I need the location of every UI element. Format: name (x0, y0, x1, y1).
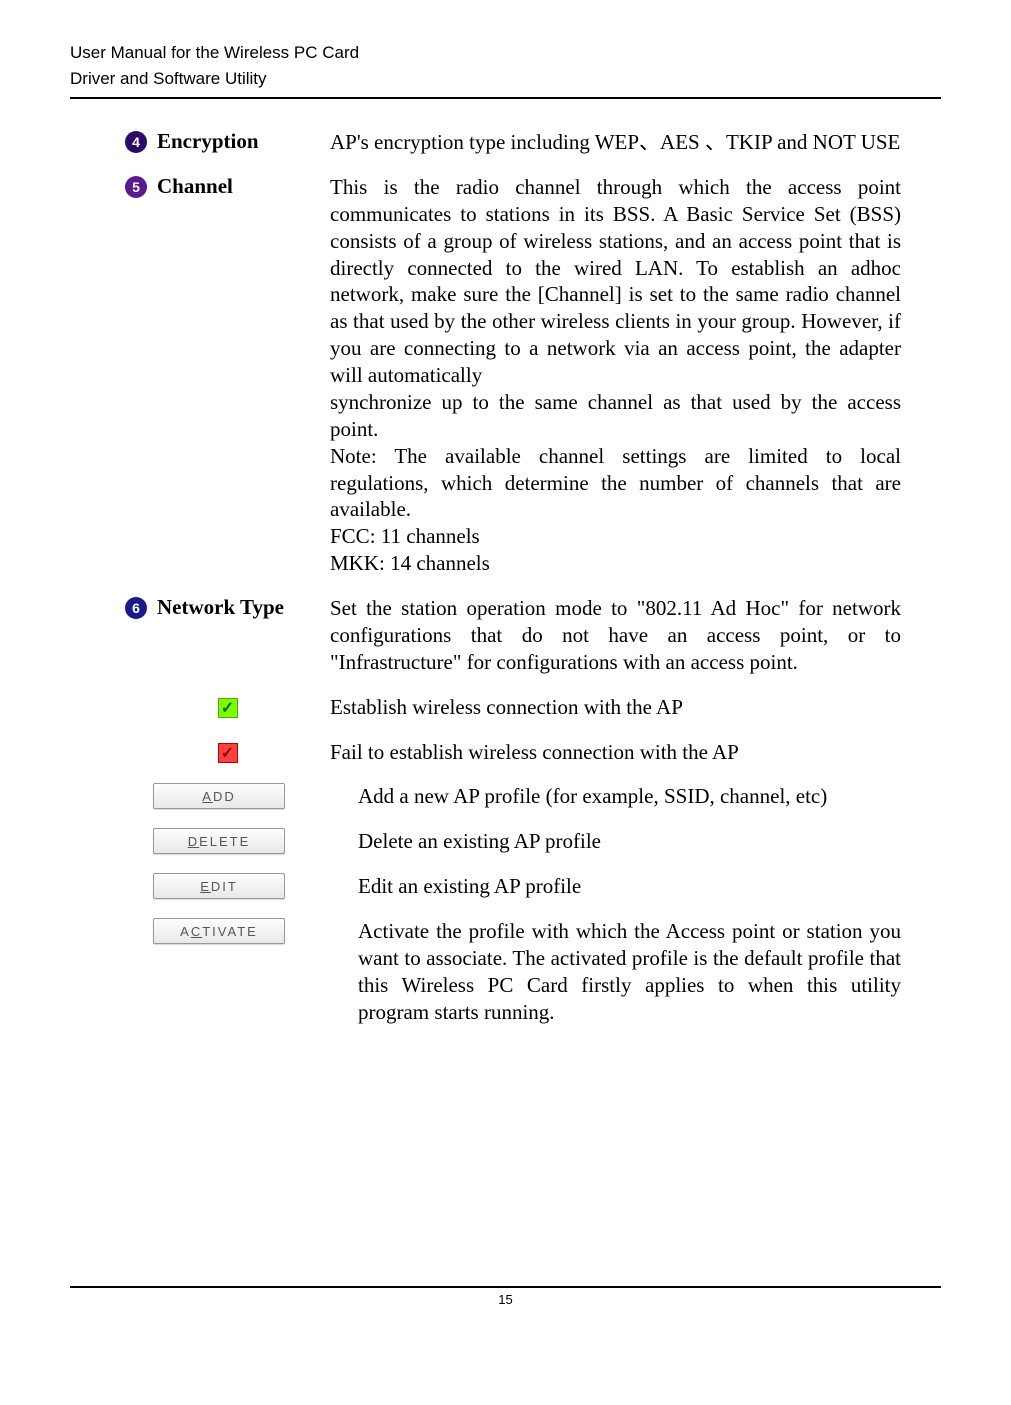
desc-activate: Activate the profile with which the Acce… (358, 918, 901, 1026)
row-encryption: 4 Encryption AP's encryption type includ… (125, 129, 901, 156)
desc-network-type: Set the station operation mode to "802.1… (330, 595, 901, 676)
desc-green-check: Establish wireless connection with the A… (330, 694, 901, 721)
label-encryption: Encryption (157, 129, 259, 154)
btn-cell-activate: ACTIVATE (125, 918, 358, 944)
btn-cell-add: ADD (125, 783, 358, 809)
channel-note: Note: The available channel settings are… (330, 444, 901, 522)
header-subtitle: Driver and Software Utility (70, 66, 941, 92)
row-delete: DELETE Delete an existing AP profile (125, 828, 901, 855)
bullet-4-icon: 4 (125, 131, 147, 153)
channel-fcc: FCC: 11 channels (330, 523, 480, 550)
content-area: 4 Encryption AP's encryption type includ… (70, 129, 941, 1026)
row-red-check: ✓ Fail to establish wireless connection … (125, 739, 901, 766)
icon-cell-green-check: ✓ (125, 694, 330, 718)
btn-cell-edit: EDIT (125, 873, 358, 899)
row-activate: ACTIVATE Activate the profile with which… (125, 918, 901, 1026)
btn-cell-delete: DELETE (125, 828, 358, 854)
footer-rule (70, 1286, 941, 1288)
label-cell-channel: 5 Channel (125, 174, 330, 199)
desc-red-check: Fail to establish wireless connection wi… (330, 739, 901, 766)
red-check-icon: ✓ (218, 743, 238, 763)
delete-button[interactable]: DELETE (153, 828, 285, 854)
label-network-type: Network Type (157, 595, 284, 620)
page-number: 15 (70, 1292, 941, 1307)
bullet-6-icon: 6 (125, 597, 147, 619)
desc-channel: This is the radio channel through which … (330, 174, 901, 577)
row-green-check: ✓ Establish wireless connection with the… (125, 694, 901, 721)
page-footer: 15 (70, 1286, 941, 1307)
row-edit: EDIT Edit an existing AP profile (125, 873, 901, 900)
row-channel: 5 Channel This is the radio channel thro… (125, 174, 901, 577)
add-button[interactable]: ADD (153, 783, 285, 809)
desc-add: Add a new AP profile (for example, SSID,… (358, 783, 901, 810)
green-check-icon: ✓ (218, 698, 238, 718)
desc-encryption: AP's encryption type including WEP、AES 、… (330, 129, 901, 156)
row-network-type: 6 Network Type Set the station operation… (125, 595, 901, 676)
desc-delete: Delete an existing AP profile (358, 828, 901, 855)
activate-button[interactable]: ACTIVATE (153, 918, 285, 944)
edit-button[interactable]: EDIT (153, 873, 285, 899)
header-title: User Manual for the Wireless PC Card (70, 40, 941, 66)
label-channel: Channel (157, 174, 233, 199)
icon-cell-red-check: ✓ (125, 739, 330, 763)
bullet-5-icon: 5 (125, 176, 147, 198)
row-add: ADD Add a new AP profile (for example, S… (125, 783, 901, 810)
label-cell-encryption: 4 Encryption (125, 129, 330, 154)
channel-desc-main: This is the radio channel through which … (330, 175, 901, 387)
channel-mkk: MKK: 14 channels (330, 550, 490, 577)
label-cell-network-type: 6 Network Type (125, 595, 330, 620)
channel-desc-sync: synchronize up to the same channel as th… (330, 390, 901, 441)
page-header: User Manual for the Wireless PC Card Dri… (70, 40, 941, 91)
header-rule (70, 97, 941, 99)
desc-edit: Edit an existing AP profile (358, 873, 901, 900)
